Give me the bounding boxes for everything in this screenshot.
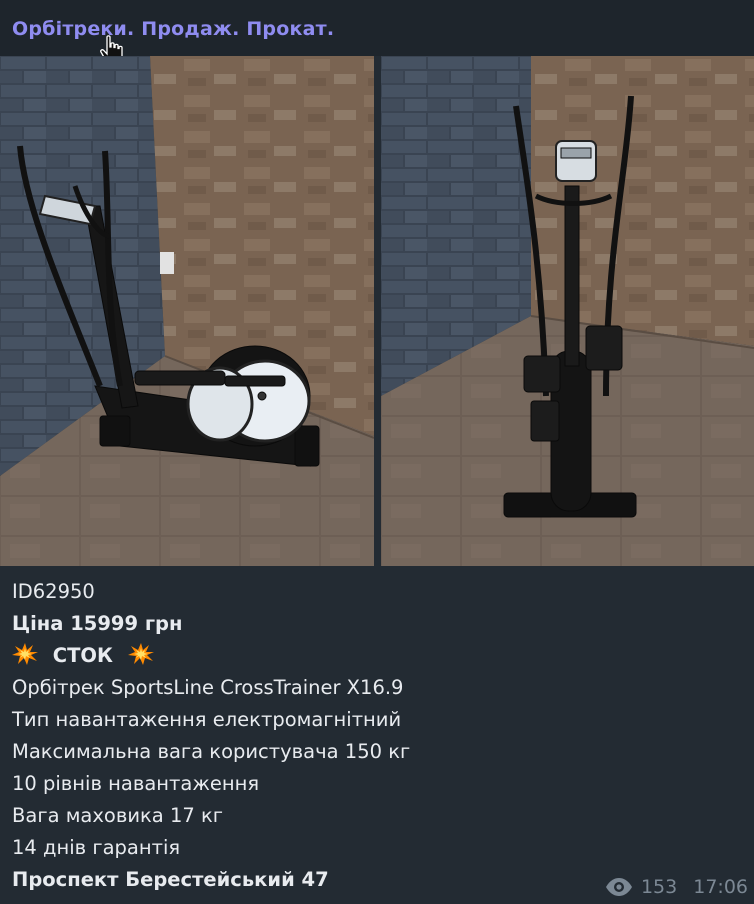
description-line: Орбітрек SportsLine CrossTrainer X16.9: [12, 676, 404, 699]
description-line: 10 рівнів навантаження: [12, 772, 260, 795]
listing-id: ID62950: [12, 580, 95, 603]
channel-name-link[interactable]: Орбітреки. Продаж. Прокат.: [12, 18, 334, 40]
description-line: Тип навантаження електромагнітний: [12, 708, 402, 731]
stock-label: СТОК: [52, 644, 113, 667]
description-line: 14 днів гарантія: [12, 836, 181, 859]
collision-emoji-icon: [12, 643, 38, 665]
stock-line: СТОК: [12, 640, 612, 672]
post-meta: 153 17:06: [605, 872, 748, 902]
photo-divider: [374, 56, 381, 566]
collision-emoji-icon: [127, 643, 154, 665]
photo-elliptical-side[interactable]: [0, 56, 374, 566]
eye-icon: [605, 878, 632, 896]
channel-post: Орбітреки. Продаж. Прокат. ID62950 Ціна …: [0, 0, 754, 904]
post-text: ID62950 Ціна 15999 грн СТОК Орбітрек Spo…: [12, 576, 612, 896]
view-count: 153: [640, 876, 678, 898]
photo-elliptical-front[interactable]: [381, 56, 754, 566]
description-line: Максимальна вага користувача 150 кг: [12, 740, 411, 763]
post-time: 17:06: [693, 876, 748, 898]
post-header: Орбітреки. Продаж. Прокат.: [0, 0, 754, 64]
price: Ціна 15999 грн: [12, 612, 183, 635]
description-line: Вага маховика 17 кг: [12, 804, 223, 827]
address: Проспект Берестейський 47: [12, 868, 329, 891]
